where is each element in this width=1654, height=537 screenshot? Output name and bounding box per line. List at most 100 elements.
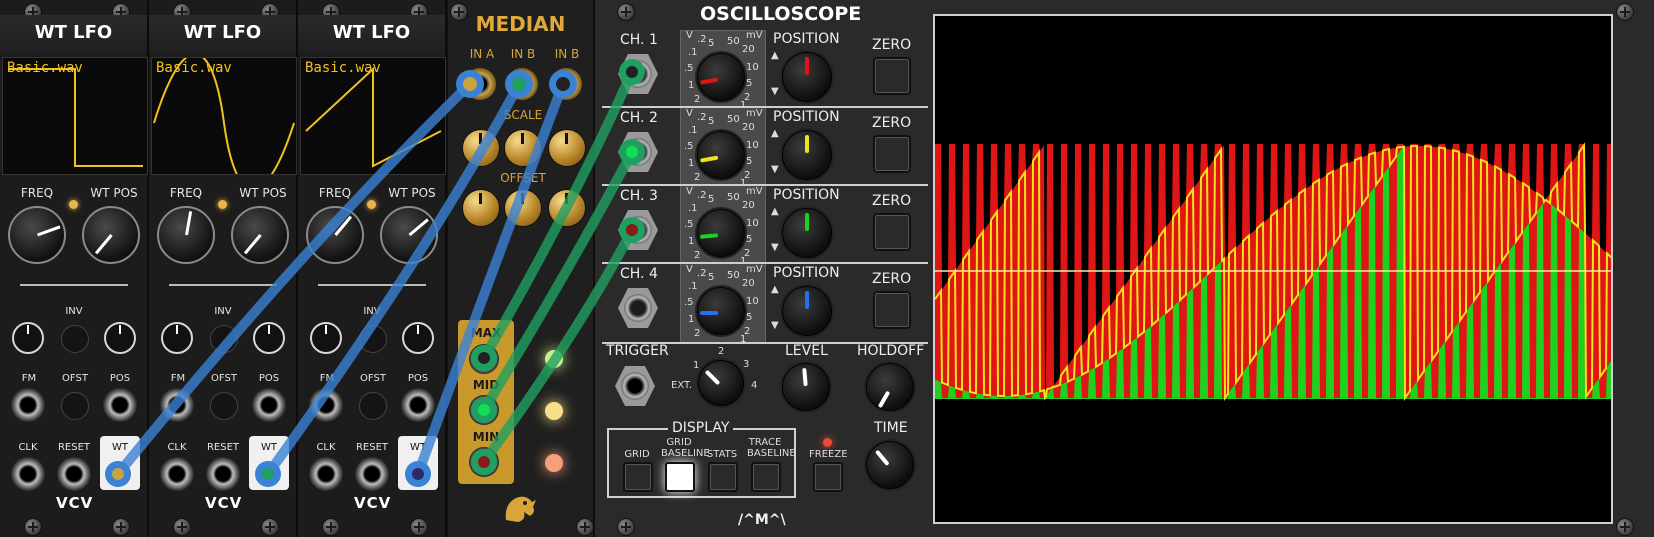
- level-knob[interactable]: [782, 363, 830, 411]
- clk-input-jack[interactable]: [160, 457, 194, 491]
- zero-button[interactable]: [873, 135, 911, 173]
- wavetable-display[interactable]: Basic.wav: [300, 57, 446, 175]
- screw: [322, 518, 340, 536]
- fm-label: FM: [319, 373, 335, 384]
- clk-input-jack[interactable]: [309, 457, 343, 491]
- zero-button[interactable]: [873, 213, 911, 251]
- offset-button[interactable]: [359, 392, 387, 420]
- invert-button[interactable]: [61, 325, 89, 353]
- offset-button[interactable]: [61, 392, 89, 420]
- display-option-button[interactable]: [751, 462, 781, 492]
- position-knob[interactable]: [782, 52, 832, 102]
- scale-tick: 10: [746, 140, 759, 151]
- fm-attenuator-knob[interactable]: [161, 322, 193, 354]
- wt-pos-knob[interactable]: [82, 206, 140, 264]
- output-jack-mid[interactable]: [469, 395, 499, 425]
- output-jack-min[interactable]: [469, 447, 499, 477]
- offset-knob-a[interactable]: [462, 189, 500, 227]
- pos-attenuator-knob[interactable]: [253, 322, 285, 354]
- trigger-tick-1: 1: [693, 360, 700, 371]
- freq-knob[interactable]: [157, 206, 215, 264]
- wt-lfo-module: WT LFO Basic.wav FREQ WT POS INV FM OFST…: [298, 0, 447, 537]
- scale-knob-a[interactable]: [462, 129, 500, 167]
- freq-label: FREQ: [318, 186, 352, 200]
- fm-attenuator-knob[interactable]: [310, 322, 342, 354]
- scale-tick: 20: [742, 44, 755, 55]
- scale-tick: .5: [684, 141, 694, 152]
- input-jack-b[interactable]: [506, 68, 538, 100]
- zero-button[interactable]: [873, 57, 911, 95]
- scope-screen: [933, 14, 1613, 524]
- channel-scale-knob[interactable]: [697, 287, 745, 335]
- input-jack-a[interactable]: [464, 68, 496, 100]
- position-knob[interactable]: [782, 130, 832, 180]
- wavetable-display[interactable]: Basic.wav: [2, 57, 148, 175]
- pos-input-jack[interactable]: [252, 388, 286, 422]
- input-label-c: IN B: [554, 47, 580, 61]
- zero-button[interactable]: [873, 291, 911, 329]
- scale-tick: 20: [742, 200, 755, 211]
- offset-button[interactable]: [210, 392, 238, 420]
- clk-label: CLK: [167, 442, 187, 453]
- input-label-a: IN A: [469, 47, 495, 61]
- pos-attenuator-knob[interactable]: [402, 322, 434, 354]
- pos-input-jack[interactable]: [103, 388, 137, 422]
- display-option-label: STATS: [706, 449, 738, 460]
- offset-knob-b[interactable]: [504, 189, 542, 227]
- input-jack-c[interactable]: [550, 68, 582, 100]
- scale-tick: 10: [746, 62, 759, 73]
- scale-tick: .2: [697, 34, 707, 45]
- freeze-button[interactable]: [813, 462, 843, 492]
- trigger-tick-4: 4: [751, 380, 758, 391]
- position-up-arrow: ▲: [771, 50, 779, 61]
- rack: WT LFO Basic.wav FREQ WT POS INV FM OFST…: [0, 0, 1654, 537]
- scale-knob-b[interactable]: [504, 129, 542, 167]
- freq-knob[interactable]: [306, 206, 364, 264]
- zero-label: ZERO: [872, 37, 912, 53]
- freeze-led: [823, 438, 832, 447]
- position-knob[interactable]: [782, 286, 832, 336]
- offset-knob-c[interactable]: [548, 189, 586, 227]
- fm-attenuator-knob[interactable]: [12, 322, 44, 354]
- display-option-button[interactable]: [708, 462, 738, 492]
- channel-scale-knob[interactable]: [697, 53, 745, 101]
- pos-attenuator-knob[interactable]: [104, 322, 136, 354]
- holdoff-knob[interactable]: [866, 363, 914, 411]
- reset-input-jack[interactable]: [355, 457, 389, 491]
- channel-scale-knob[interactable]: [697, 131, 745, 179]
- invert-button[interactable]: [359, 325, 387, 353]
- clk-input-jack[interactable]: [11, 457, 45, 491]
- freq-knob[interactable]: [8, 206, 66, 264]
- wt-pos-knob[interactable]: [380, 206, 438, 264]
- wt-lfo-module: WT LFO Basic.wav FREQ WT POS INV FM OFST…: [149, 0, 298, 537]
- fm-input-jack[interactable]: [11, 388, 45, 422]
- wavetable-display[interactable]: Basic.wav: [151, 57, 297, 175]
- screw: [410, 518, 428, 536]
- pos-input-jack[interactable]: [401, 388, 435, 422]
- display-option-button[interactable]: [665, 462, 695, 492]
- inv-label: INV: [363, 306, 381, 317]
- position-knob[interactable]: [782, 208, 832, 258]
- ofst-label: OFST: [211, 373, 237, 384]
- fm-input-jack[interactable]: [309, 388, 343, 422]
- wt-pos-knob[interactable]: [231, 206, 289, 264]
- time-knob[interactable]: [866, 441, 914, 489]
- clock-led: [367, 200, 376, 209]
- module-title: WT LFO: [332, 22, 411, 43]
- output-jack-max[interactable]: [469, 344, 499, 374]
- scale-unit-v: V: [686, 264, 693, 275]
- reset-input-jack[interactable]: [206, 457, 240, 491]
- reset-input-jack[interactable]: [57, 457, 91, 491]
- scale-knob-c[interactable]: [548, 129, 586, 167]
- display-option-button[interactable]: [623, 462, 653, 492]
- scale-unit-v: V: [686, 108, 693, 119]
- invert-button[interactable]: [210, 325, 238, 353]
- channel-scale-knob[interactable]: [697, 209, 745, 257]
- fm-input-jack[interactable]: [160, 388, 194, 422]
- module-title: MEDIAN: [475, 12, 566, 36]
- trigger-select-knob[interactable]: [698, 360, 744, 406]
- scale-tick: .1: [688, 203, 698, 214]
- display-label: DISPLAY: [668, 420, 734, 436]
- channel-label: CH. 3: [620, 188, 658, 204]
- scale-tick: 50: [727, 36, 740, 47]
